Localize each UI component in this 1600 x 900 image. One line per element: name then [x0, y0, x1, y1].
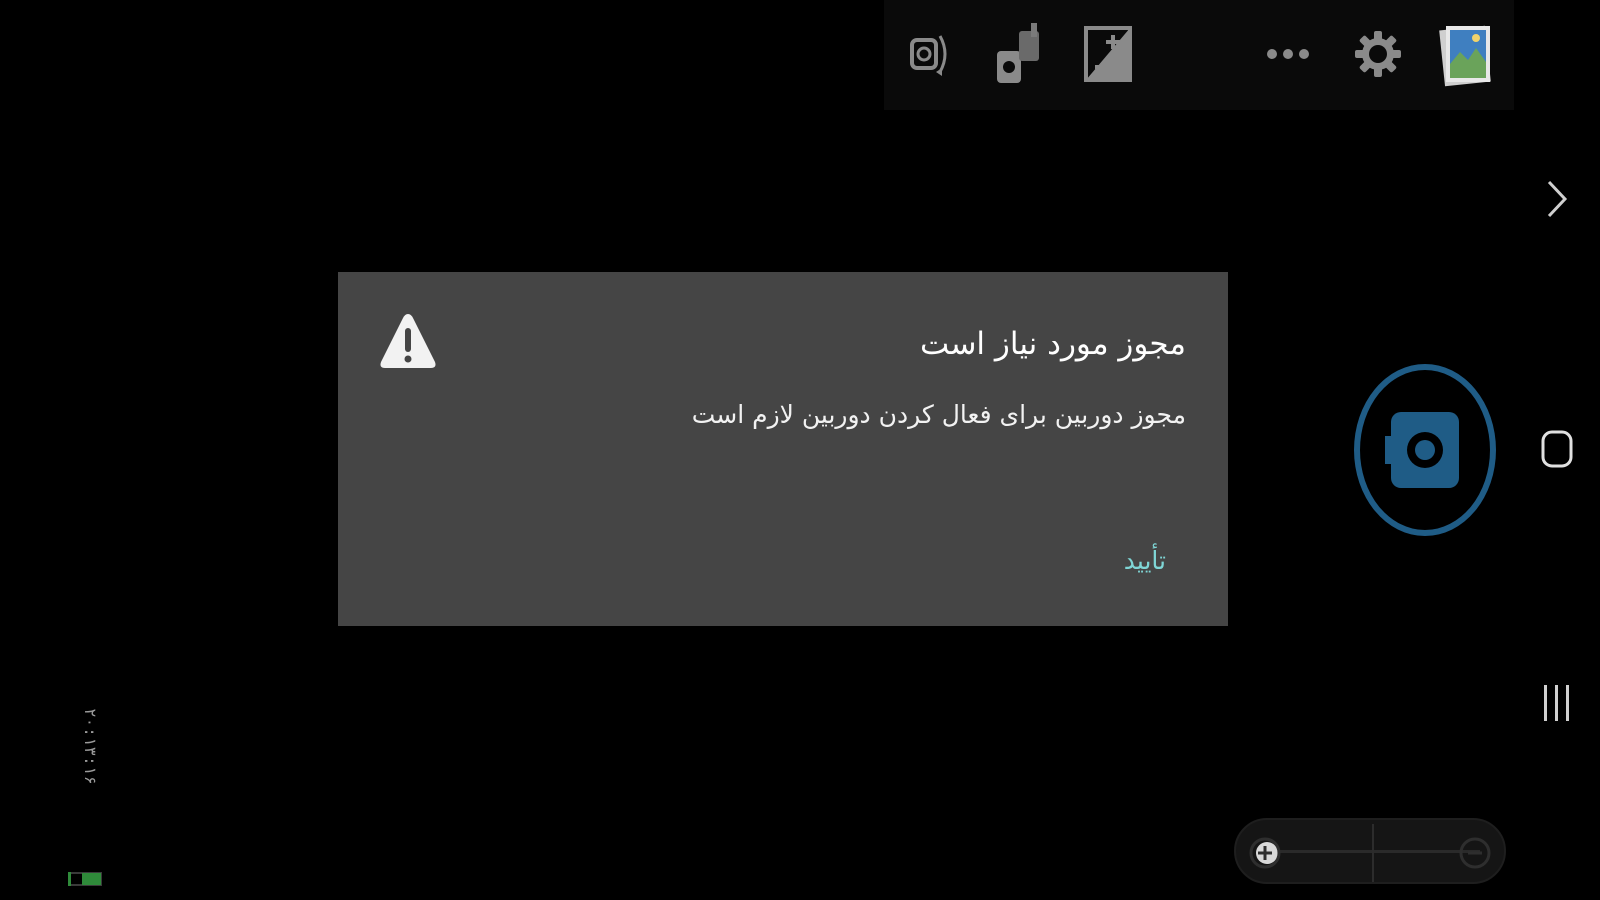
shutter-button[interactable] [1354, 364, 1496, 536]
zoom-out-icon[interactable] [1458, 836, 1492, 870]
chevron-right-icon[interactable] [1528, 170, 1586, 228]
camera-switch-icon[interactable] [892, 18, 964, 90]
ok-button[interactable]: تأیید [1116, 542, 1174, 579]
warning-icon [380, 314, 436, 368]
battery-icon [68, 872, 102, 886]
gallery-icon[interactable] [1430, 18, 1502, 90]
zoom-divider [1372, 824, 1374, 882]
dialog-title: مجوز مورد نیاز است [920, 326, 1186, 362]
camera-icon [1385, 412, 1459, 488]
dialog-message: مجوز دوربین برای فعال کردن دوربین لازم ا… [691, 400, 1186, 429]
home-button-icon[interactable] [1528, 420, 1586, 478]
recent-apps-icon[interactable] [1528, 674, 1586, 732]
multi-camera-icon[interactable] [982, 18, 1054, 90]
zoom-slider[interactable] [1234, 818, 1506, 884]
settings-icon[interactable] [1342, 18, 1414, 90]
top-toolbar [884, 0, 1514, 110]
more-icon[interactable] [1252, 18, 1324, 90]
timestamp: ۲۰:۱۳:۱۶ [81, 708, 100, 786]
camera-screen: ۲۰:۱۳:۱۶ مجوز مورد نیاز است مجوز دوربین … [0, 0, 1600, 900]
zoom-in-icon[interactable] [1248, 836, 1282, 870]
exposure-icon[interactable] [1072, 18, 1144, 90]
permission-dialog: مجوز مورد نیاز است مجوز دوربین برای فعال… [338, 272, 1228, 626]
